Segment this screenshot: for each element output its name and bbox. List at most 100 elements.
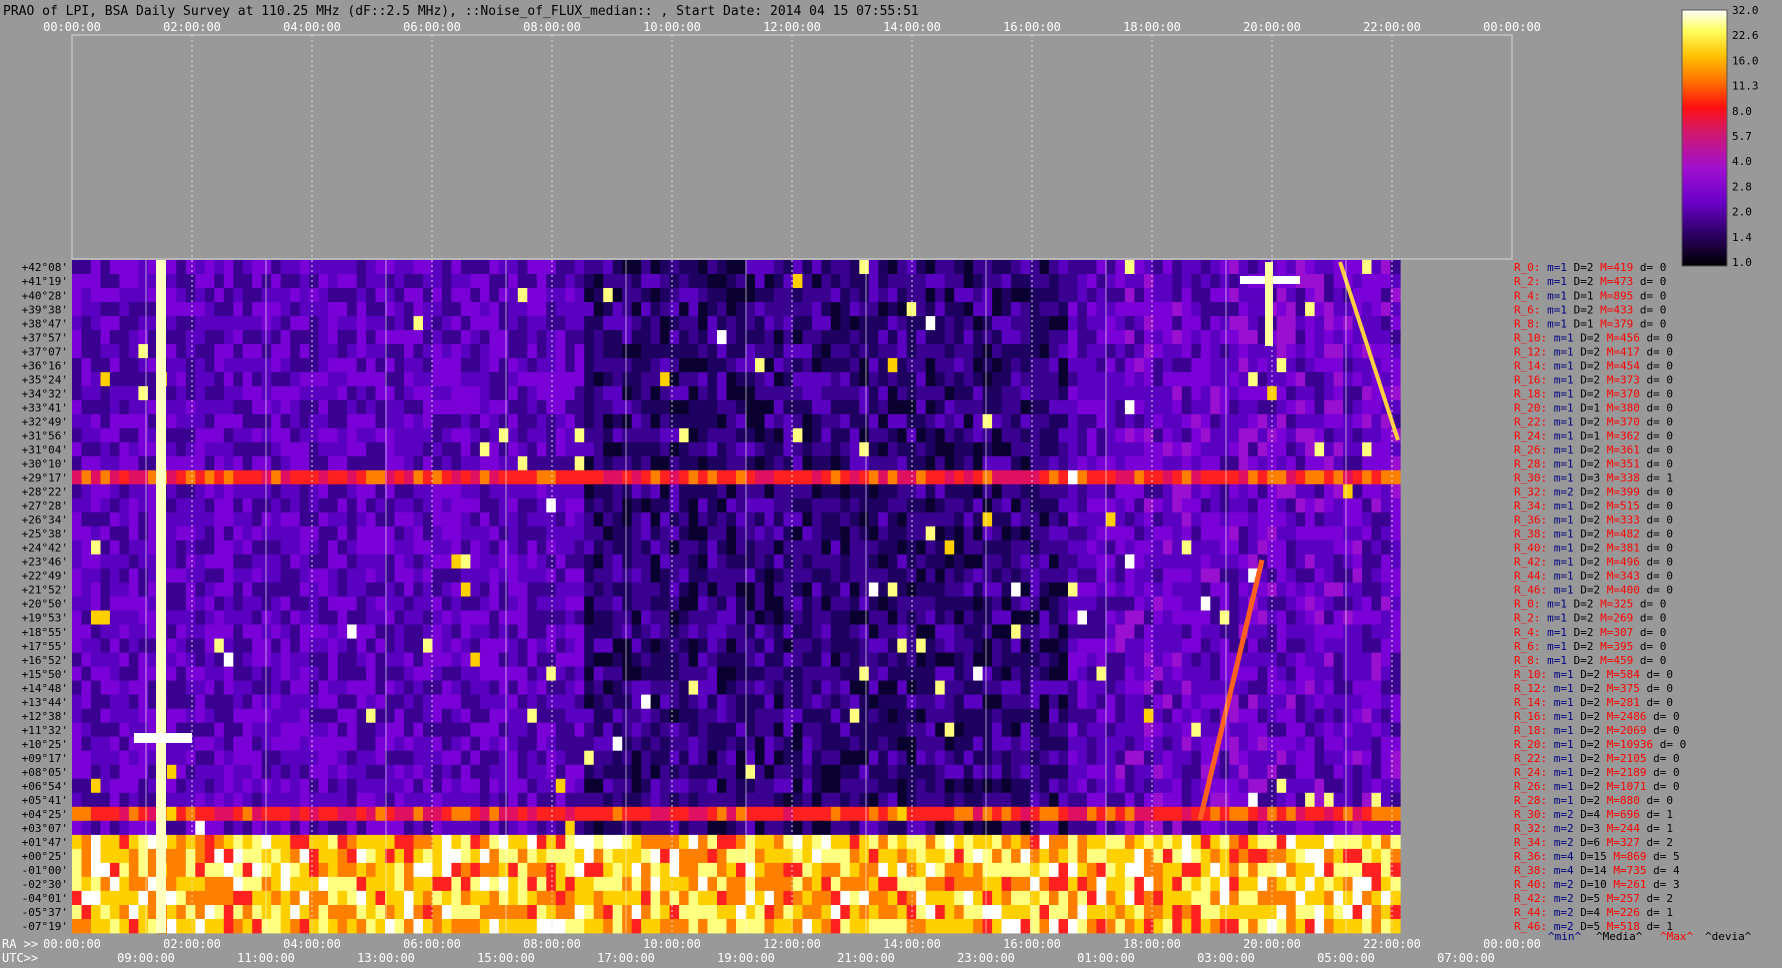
heatmap-cell <box>887 694 898 709</box>
heatmap-cell <box>755 568 766 583</box>
heatmap-cell <box>261 750 272 766</box>
heatmap-cell <box>1058 400 1069 415</box>
heatmap-cell <box>100 582 111 597</box>
heatmap-cell <box>1210 680 1221 695</box>
heatmap-cell <box>1077 414 1088 429</box>
heatmap-cell <box>195 610 206 625</box>
heatmap-cell <box>508 624 519 639</box>
heatmap-cell <box>185 540 196 555</box>
heatmap-cell <box>242 302 253 317</box>
heatmap-cell <box>1105 470 1116 485</box>
heatmap-cell <box>91 456 102 471</box>
heatmap-cell <box>764 526 775 541</box>
heatmap-cell <box>404 386 415 401</box>
heatmap-cell <box>1191 610 1202 625</box>
heatmap-cell <box>1124 736 1135 752</box>
heatmap-cell <box>868 582 879 597</box>
heatmap-cell <box>1181 582 1192 597</box>
heatmap-cell <box>641 512 652 527</box>
heatmap-cell <box>897 526 908 541</box>
heatmap-cell <box>755 554 766 569</box>
heatmap-cell <box>128 596 139 611</box>
heatmap-cell <box>878 358 889 373</box>
heatmap-cell <box>309 512 320 527</box>
heatmap-cell <box>394 428 405 443</box>
heatmap-cell <box>1153 400 1164 415</box>
heatmap-cell <box>830 610 841 625</box>
heatmap-cell <box>347 386 358 401</box>
heatmap-cell <box>185 470 196 485</box>
heatmap-cell <box>242 512 253 527</box>
heatmap-cell <box>1276 456 1287 471</box>
heatmap-cell <box>536 428 547 443</box>
heatmap-cell <box>337 722 348 738</box>
heatmap-cell <box>233 498 244 513</box>
heatmap-cell <box>660 456 671 471</box>
heatmap-cell <box>128 358 139 373</box>
heatmap-cell <box>792 596 803 611</box>
heatmap-cell <box>1248 526 1259 541</box>
heatmap-cell <box>1011 736 1022 752</box>
heatmap-cell <box>460 512 471 527</box>
heatmap-cell <box>1105 372 1116 387</box>
heatmap-cell <box>299 652 310 667</box>
heatmap-cell <box>1068 736 1079 752</box>
heatmap-cell <box>1333 372 1344 387</box>
heatmap-cell <box>100 512 111 527</box>
heatmap-cell <box>935 680 946 695</box>
heatmap-cell <box>347 414 358 429</box>
heatmap-cell <box>441 526 452 541</box>
heatmap-cell <box>72 512 83 527</box>
heatmap-cell <box>290 624 301 639</box>
heatmap-cell <box>138 652 149 667</box>
heatmap-cell <box>859 624 870 639</box>
heatmap-cell <box>1049 666 1060 681</box>
heatmap-cell <box>1020 330 1031 345</box>
heatmap-cell <box>944 512 955 527</box>
heatmap-cell <box>280 540 291 555</box>
heatmap-cell <box>1001 274 1012 289</box>
heatmap-cell <box>299 526 310 541</box>
heatmap-cell <box>176 484 187 499</box>
heatmap-cell <box>195 484 206 499</box>
heatmap-cell <box>100 554 111 569</box>
heatmap-cell <box>821 736 832 752</box>
heatmap-cell <box>736 736 747 752</box>
heatmap-cell <box>432 428 443 443</box>
heatmap-cell <box>138 456 149 471</box>
heatmap-cell <box>413 316 424 331</box>
heatmap-cell <box>1248 694 1259 709</box>
heatmap-cell <box>584 554 595 569</box>
heatmap-cell <box>650 274 661 289</box>
heatmap-cell <box>897 470 908 485</box>
heatmap-cell <box>830 456 841 471</box>
heatmap-cell <box>1314 288 1325 303</box>
heatmap-cell <box>1039 330 1050 345</box>
heatmap-cell <box>1248 288 1259 303</box>
heatmap-cell <box>565 358 576 373</box>
heatmap-cell <box>1001 400 1012 415</box>
heatmap-cell <box>1068 288 1079 303</box>
heatmap-cell <box>565 722 576 738</box>
heatmap-cell <box>650 736 661 752</box>
heatmap-cell <box>1020 484 1031 499</box>
heatmap-cell <box>1238 386 1249 401</box>
heatmap-cell <box>802 442 813 457</box>
heatmap-cell <box>1371 624 1382 639</box>
heatmap-cell <box>764 414 775 429</box>
heatmap-cell <box>565 736 576 752</box>
heatmap-cell <box>745 372 756 387</box>
heatmap-cell <box>271 302 282 317</box>
heatmap-cell <box>138 666 149 681</box>
heatmap-cell <box>992 442 1003 457</box>
heatmap-cell <box>679 386 690 401</box>
heatmap-cell <box>973 526 984 541</box>
heatmap-cell <box>185 610 196 625</box>
heatmap-cell <box>527 736 538 752</box>
heatmap-cell <box>1324 386 1335 401</box>
heatmap-cell <box>366 596 377 611</box>
heatmap-cell <box>1068 456 1079 471</box>
heatmap-cell <box>555 694 566 709</box>
heatmap-cell <box>1162 596 1173 611</box>
heatmap-cell <box>565 652 576 667</box>
